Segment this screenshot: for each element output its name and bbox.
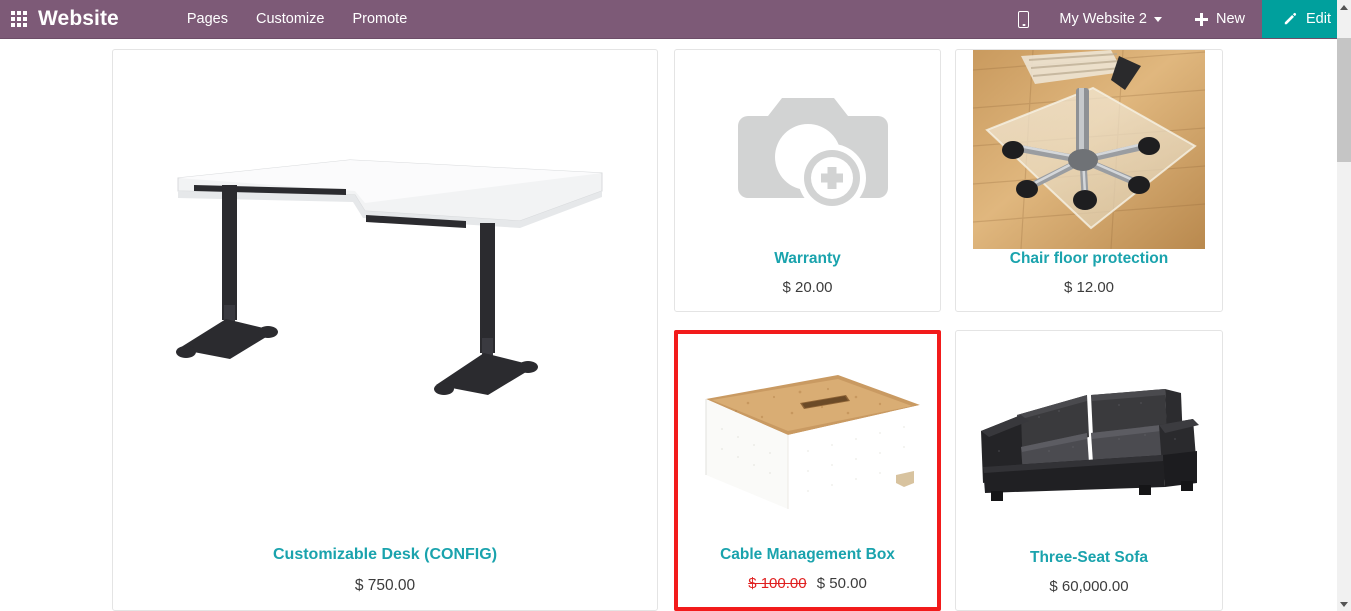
nav-link-customize[interactable]: Customize: [242, 0, 339, 38]
website-selector-label: My Website 2: [1059, 11, 1147, 27]
product-image-cable-management-box[interactable]: [678, 334, 937, 545]
new-button[interactable]: New: [1178, 0, 1262, 38]
price-current: $ 750.00: [354, 577, 416, 595]
product-info-three-seat-sofa: Three-Seat Sofa $ 60,000.00: [956, 548, 1222, 610]
brand-title[interactable]: Website: [38, 0, 129, 38]
product-title-cable-management-box[interactable]: Cable Management Box: [678, 545, 937, 564]
product-price-customizable-desk: $ 750.00: [113, 577, 657, 596]
website-page-content: Customizable Desk (CONFIG) $ 750.00 Warr…: [0, 39, 1337, 611]
product-price-chair-floor-protection: $ 12.00: [956, 279, 1222, 297]
price-current: $ 50.00: [816, 575, 867, 592]
scrollbar-track-top[interactable]: [1337, 14, 1351, 38]
black-leather-sofa-image: [981, 389, 1199, 502]
product-info-cable-management-box: Cable Management Box $ 100.00 $ 50.00: [678, 545, 937, 607]
product-image-three-seat-sofa[interactable]: [956, 331, 1222, 548]
product-title-chair-floor-protection[interactable]: Chair floor protection: [956, 249, 1222, 268]
product-info-warranty: Warranty $ 20.00: [675, 249, 940, 311]
product-image-customizable-desk[interactable]: [113, 50, 657, 545]
scroll-up-arrow-icon[interactable]: [1337, 0, 1351, 14]
chair-floor-mat-photo: [973, 50, 1205, 249]
product-info-chair-floor-protection: Chair floor protection $ 12.00: [956, 249, 1222, 311]
vertical-scrollbar[interactable]: [1337, 0, 1351, 611]
mobile-phone-icon: [1018, 10, 1030, 28]
nav-link-promote[interactable]: Promote: [338, 0, 421, 38]
mobile-preview-button[interactable]: [1004, 0, 1043, 38]
top-navbar: Website Pages Customize Promote My Websi…: [0, 0, 1351, 39]
apps-menu-button[interactable]: [0, 0, 38, 38]
product-price-three-seat-sofa: $ 60,000.00: [956, 578, 1222, 596]
product-title-three-seat-sofa[interactable]: Three-Seat Sofa: [956, 548, 1222, 567]
nav-link-pages[interactable]: Pages: [173, 0, 242, 38]
navbar-right-group: My Website 2 New Edit: [1004, 0, 1351, 38]
scroll-down-arrow-icon[interactable]: [1337, 597, 1351, 611]
white-corner-desk-image: [176, 159, 603, 395]
product-card-three-seat-sofa[interactable]: Three-Seat Sofa $ 60,000.00: [955, 330, 1223, 611]
product-title-customizable-desk[interactable]: Customizable Desk (CONFIG): [113, 545, 657, 565]
edit-button-label: Edit: [1306, 11, 1331, 27]
product-price-cable-management-box: $ 100.00 $ 50.00: [678, 575, 937, 593]
price-original-strikethrough: $ 100.00: [748, 575, 807, 592]
price-current: $ 60,000.00: [1049, 578, 1129, 595]
price-current: $ 20.00: [782, 279, 833, 296]
product-price-warranty: $ 20.00: [675, 279, 940, 297]
product-card-warranty[interactable]: Warranty $ 20.00: [674, 49, 941, 312]
pencil-icon: [1282, 12, 1297, 27]
image-placeholder-camera-icon: [737, 97, 888, 212]
website-selector-dropdown[interactable]: My Website 2: [1043, 0, 1178, 38]
plus-icon: [1194, 12, 1208, 26]
apps-grid-icon: [11, 11, 27, 27]
product-card-cable-management-box[interactable]: Cable Management Box $ 100.00 $ 50.00: [674, 330, 941, 611]
product-image-warranty[interactable]: [675, 50, 940, 249]
product-image-chair-floor-protection[interactable]: [956, 50, 1222, 249]
product-card-chair-floor-protection[interactable]: Chair floor protection $ 12.00: [955, 49, 1223, 312]
price-current: $ 12.00: [1063, 279, 1115, 296]
scroll-thumb[interactable]: [1337, 38, 1351, 162]
product-title-warranty[interactable]: Warranty: [675, 249, 940, 268]
product-info-customizable-desk: Customizable Desk (CONFIG) $ 750.00: [113, 545, 657, 610]
navbar-spacer: [421, 0, 1004, 38]
new-button-label: New: [1215, 11, 1245, 27]
white-cable-box-with-cork-lid-image: [705, 375, 920, 510]
chevron-down-icon: [1153, 16, 1162, 22]
product-card-customizable-desk[interactable]: Customizable Desk (CONFIG) $ 750.00: [112, 49, 658, 611]
navbar-links: Pages Customize Promote: [173, 0, 421, 38]
